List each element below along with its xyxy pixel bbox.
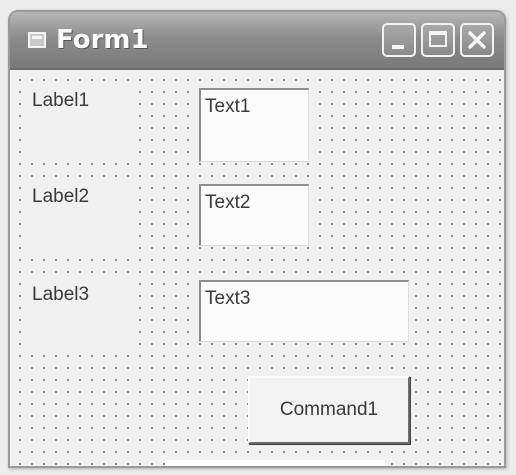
window-title: Form1 (56, 25, 149, 55)
textbox-1[interactable]: Text1 (199, 88, 309, 162)
title-bar[interactable]: Form1 (10, 12, 504, 70)
textbox-2[interactable]: Text2 (199, 184, 309, 246)
label-2[interactable]: Label2 (28, 184, 138, 256)
label-1[interactable]: Label1 (28, 88, 138, 162)
command-button[interactable]: Command1 (248, 376, 410, 444)
form-icon[interactable] (28, 32, 46, 48)
form-design-surface[interactable]: Label1 Text1 Label2 Text2 Label3 Text3 C… (10, 70, 504, 466)
minimize-button[interactable] (382, 23, 416, 57)
maximize-button[interactable] (421, 23, 455, 57)
textbox-3[interactable]: Text3 (199, 280, 409, 342)
bottom-edge (165, 460, 385, 466)
form-window: Form1 Label1 Text1 Label2 Text2 Label3 T… (8, 10, 506, 468)
close-icon (468, 31, 486, 49)
label-3[interactable]: Label3 (28, 282, 138, 354)
command-button-label: Command1 (279, 399, 379, 420)
close-button[interactable] (460, 23, 494, 57)
